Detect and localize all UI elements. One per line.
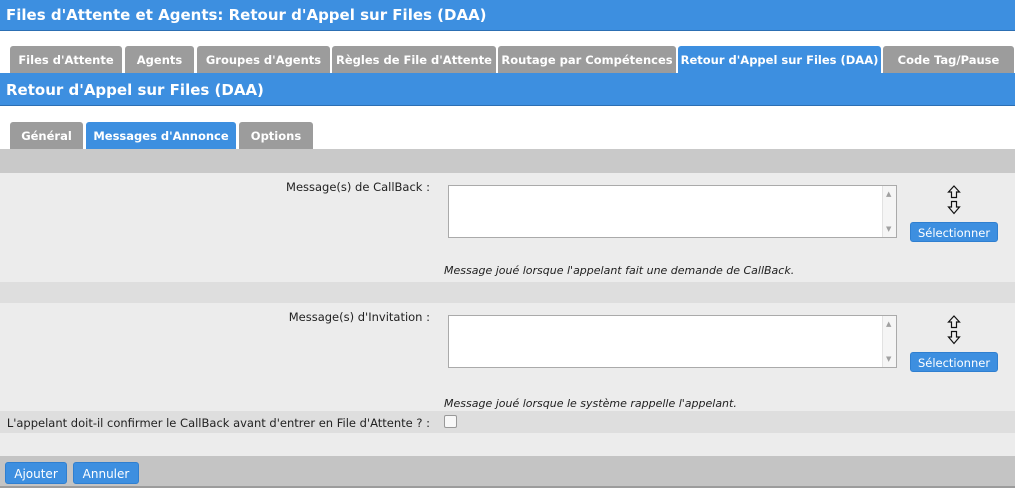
invitation-select-button[interactable]: Sélectionner [910, 352, 998, 372]
tab-general[interactable]: Général [10, 122, 83, 149]
tab-code-tag-pause[interactable]: Code Tag/Pause [883, 46, 1014, 73]
tab-regles-de-file-d-attente[interactable]: Règles de File d'Attente [332, 46, 496, 73]
reorder-up-down-icon[interactable] [947, 185, 961, 215]
confirm-callback-checkbox[interactable] [444, 415, 457, 428]
tab-groupes-d-agents[interactable]: Groupes d'Agents [197, 46, 330, 73]
scroll-down-icon[interactable]: ▼ [886, 225, 891, 233]
tab-messages-d-annonce[interactable]: Messages d'Annonce [86, 122, 236, 149]
invitation-message-list[interactable]: ▲ ▼ [448, 315, 897, 368]
page-title: Files d'Attente et Agents: Retour d'Appe… [6, 6, 487, 24]
footer-bar: Ajouter Annuler [0, 456, 1015, 488]
add-button[interactable]: Ajouter [5, 462, 67, 484]
tab-files-d-attente[interactable]: Files d'Attente [10, 46, 122, 73]
callback-label: Message(s) de CallBack : [286, 180, 430, 194]
callback-select-button[interactable]: Sélectionner [910, 222, 998, 242]
callback-message-list[interactable]: ▲ ▼ [448, 185, 897, 238]
app-header: Files d'Attente et Agents: Retour d'Appe… [0, 0, 1015, 31]
tab-agents[interactable]: Agents [125, 46, 194, 73]
tab-retour-d-appel-sur-files[interactable]: Retour d'Appel sur Files (DAA) [678, 46, 881, 73]
invitation-scrollbar[interactable]: ▲ ▼ [882, 316, 896, 367]
cancel-button[interactable]: Annuler [73, 462, 139, 484]
callback-scrollbar[interactable]: ▲ ▼ [882, 186, 896, 237]
confirm-callback-label: L'appelant doit-il confirmer le CallBack… [6, 416, 430, 430]
invitation-label: Message(s) d'Invitation : [288, 310, 430, 324]
section-header: Retour d'Appel sur Files (DAA) [0, 73, 1015, 106]
form-bottom-spacer [0, 433, 1015, 456]
tab-options[interactable]: Options [239, 122, 313, 149]
scroll-up-icon[interactable]: ▲ [886, 190, 891, 198]
scroll-up-icon[interactable]: ▲ [886, 320, 891, 328]
section-title: Retour d'Appel sur Files (DAA) [6, 81, 264, 99]
form-divider [0, 282, 1015, 303]
tab-routage-par-competences[interactable]: Routage par Compétences [498, 46, 676, 73]
scroll-down-icon[interactable]: ▼ [886, 355, 891, 363]
reorder-up-down-icon[interactable] [947, 315, 961, 345]
invitation-hint: Message joué lorsque le système rappelle… [444, 397, 737, 410]
callback-hint: Message joué lorsque l'appelant fait une… [444, 264, 795, 277]
form-top-divider [0, 149, 1015, 173]
